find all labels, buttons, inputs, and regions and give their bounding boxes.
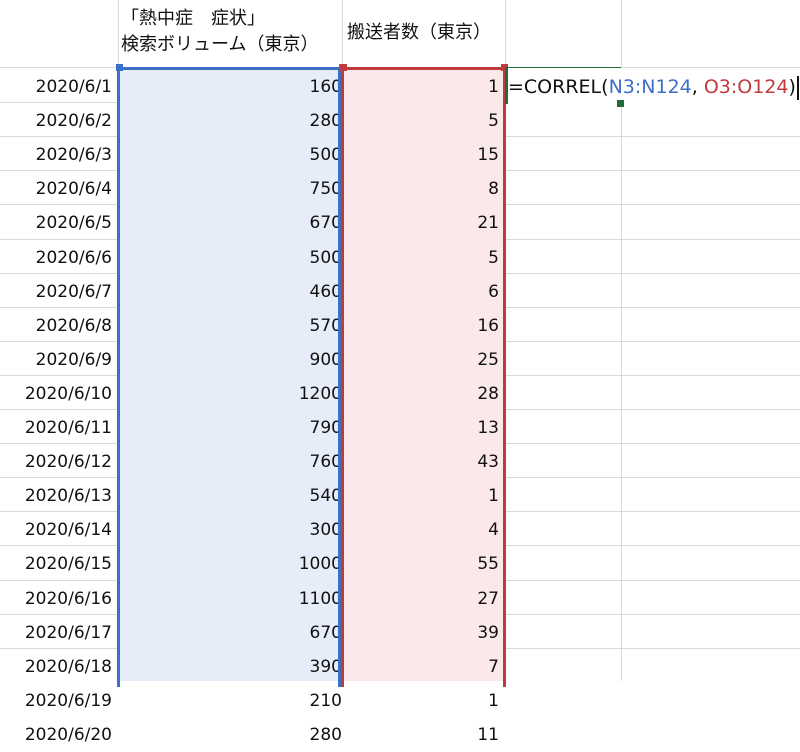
header-search-volume[interactable]: 「熱中症 症状」 検索ボリューム（東京） [121,6,318,58]
header-transport-count-label: 搬送者数（東京） [347,22,491,43]
date-cell[interactable]: 2020/6/2 [0,104,112,138]
formula-ref-o: O3:O124 [703,76,789,98]
date-cell[interactable]: 2020/6/16 [0,582,112,616]
date-cell[interactable]: 2020/6/11 [0,411,112,445]
range-n-handle-left[interactable] [116,64,123,71]
date-cell[interactable]: 2020/6/7 [0,275,112,309]
date-cell[interactable]: 2020/6/4 [0,172,112,206]
active-cell-handle[interactable] [617,100,624,107]
date-cell[interactable]: 2020/6/8 [0,309,112,343]
date-cell[interactable]: 2020/6/13 [0,479,112,513]
date-cell[interactable]: 2020/6/9 [0,343,112,377]
date-cell[interactable]: 2020/6/20 [0,718,112,752]
formula-ref-n: N3:N124 [608,76,692,98]
date-cell[interactable]: 2020/6/3 [0,138,112,172]
date-cell[interactable]: 2020/6/19 [0,684,112,718]
header-search-volume-line1: 「熱中症 症状」 [121,8,265,29]
formula-prefix: =CORREL( [508,76,609,98]
text-cursor [796,75,799,100]
date-cell[interactable]: 2020/6/6 [0,241,112,275]
formula-suffix: ) [788,76,796,98]
count-cell[interactable]: 1 [345,684,499,718]
date-cell[interactable]: 2020/6/10 [0,377,112,411]
date-cell[interactable]: 2020/6/5 [0,206,112,240]
range-o-handle-left[interactable] [340,64,347,71]
range-o-border [341,67,506,687]
count-cell[interactable]: 11 [345,718,499,752]
header-transport-count[interactable]: 搬送者数（東京） [347,20,491,46]
volume-cell[interactable]: 210 [120,684,342,718]
formula-separator: , [691,76,704,98]
date-cell[interactable]: 2020/6/12 [0,445,112,479]
date-cell[interactable]: 2020/6/18 [0,650,112,684]
range-n-border [117,67,341,687]
date-cell[interactable]: 2020/6/14 [0,513,112,547]
header-search-volume-line2: 検索ボリューム（東京） [121,34,319,55]
date-cell[interactable]: 2020/6/17 [0,616,112,650]
formula-editor[interactable]: =CORREL(N3:N124, O3:O124) [508,68,799,106]
date-cell[interactable]: 2020/6/1 [0,70,112,104]
date-cell[interactable]: 2020/6/15 [0,547,112,581]
volume-cell[interactable]: 280 [120,718,342,752]
